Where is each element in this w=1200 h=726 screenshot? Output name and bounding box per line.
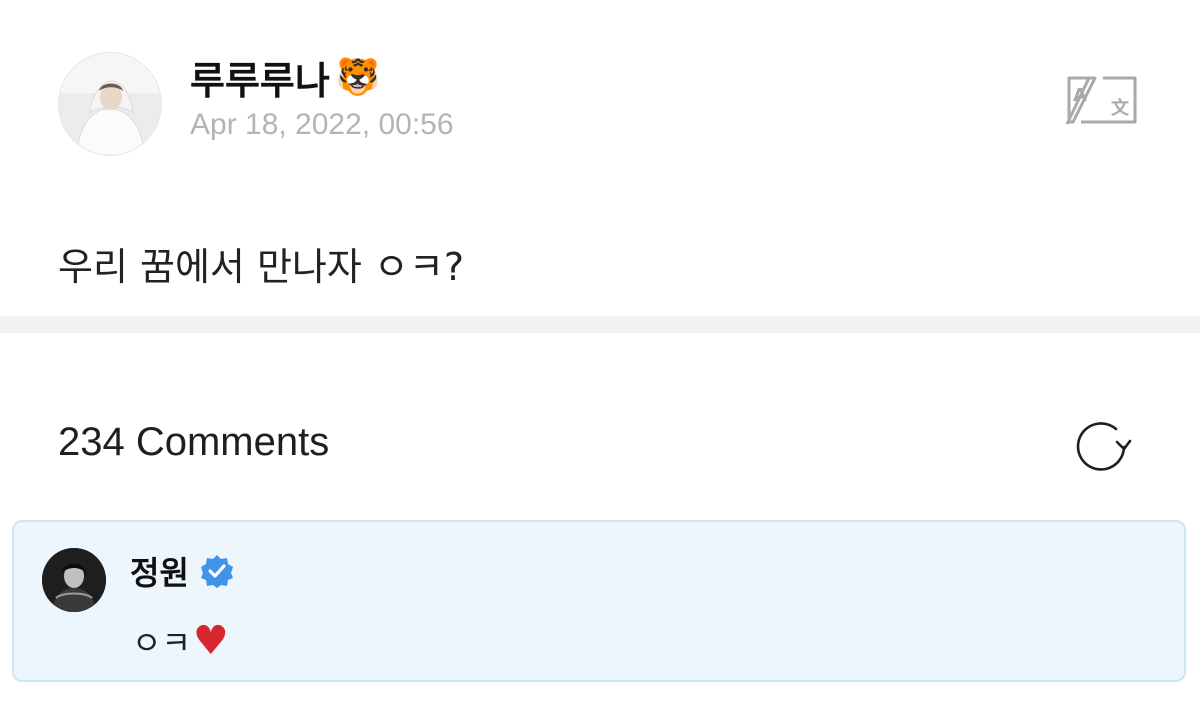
author-name[interactable]: 루루루나 🐯 bbox=[190, 50, 381, 105]
post-body: 우리 꿈에서 만나자 ㅇㅋ? bbox=[58, 245, 465, 289]
svg-text:文: 文 bbox=[1111, 97, 1130, 119]
author-avatar[interactable] bbox=[58, 52, 162, 156]
tiger-emoji: 🐯 bbox=[335, 56, 381, 98]
comment-avatar-image bbox=[42, 548, 106, 612]
comment-author[interactable]: 정원 bbox=[130, 548, 235, 594]
comment-text: ㅇㅋ ♥ bbox=[132, 618, 229, 664]
verified-badge-icon bbox=[200, 555, 233, 588]
comment-author-name: 정원 bbox=[130, 554, 189, 592]
author-avatar-image bbox=[59, 53, 161, 155]
post-detail-page: 루루루나 🐯 Apr 18, 2022, 00:56 A 文 우리 꿈에서 만나… bbox=[0, 0, 1200, 726]
post: 루루루나 🐯 Apr 18, 2022, 00:56 A 文 우리 꿈에서 만나… bbox=[0, 0, 1200, 316]
section-divider bbox=[0, 316, 1200, 333]
translate-icon: A 文 bbox=[1065, 76, 1137, 125]
translate-button[interactable]: A 文 bbox=[1065, 74, 1139, 126]
svg-text:A: A bbox=[1073, 85, 1087, 106]
comment-avatar[interactable] bbox=[42, 548, 106, 612]
refresh-icon bbox=[1076, 422, 1132, 471]
refresh-button[interactable] bbox=[1072, 418, 1132, 476]
author-name-text: 루루루나 bbox=[190, 59, 330, 103]
comment-text-body: ㅇㅋ bbox=[132, 624, 191, 662]
heart-icon: ♥ bbox=[192, 618, 229, 664]
comments-count: 234 Comments bbox=[58, 420, 330, 464]
highlighted-comment[interactable]: 정원 ㅇㅋ ♥ bbox=[12, 520, 1186, 682]
post-date: Apr 18, 2022, 00:56 bbox=[190, 108, 454, 141]
